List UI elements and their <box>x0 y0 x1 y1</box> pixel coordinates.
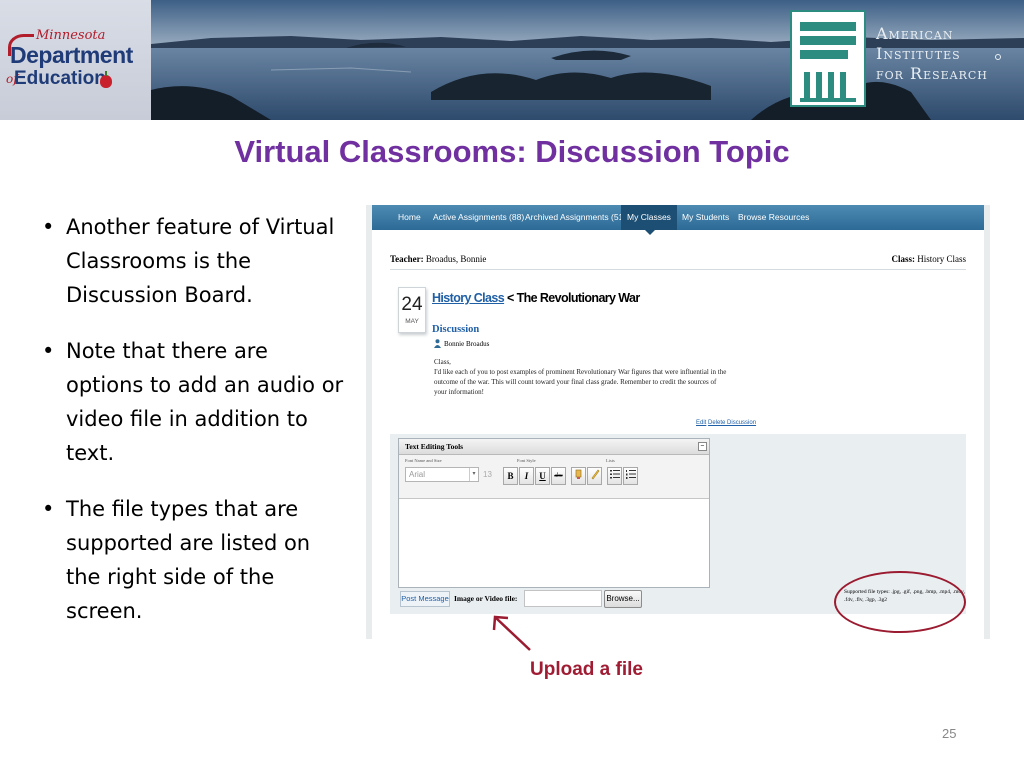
strikethrough-button[interactable]: abc <box>551 467 566 485</box>
mde-logo-education: Education <box>14 68 106 89</box>
class-name: History Class <box>917 254 966 264</box>
clear-format-icon <box>575 469 581 479</box>
teacher-name: Broadus, Bonnie <box>425 254 487 264</box>
author-name: Bonnie Broadus <box>444 340 490 348</box>
top-nav-bar: Home Active Assignments (88) Archived As… <box>372 205 984 230</box>
breadcrumb-class-link[interactable]: History Class <box>432 291 505 305</box>
mde-logo-script: Minnesota <box>36 28 106 43</box>
apple-icon <box>100 71 112 88</box>
discussion-message: Class, I'd like each of you to post exam… <box>434 357 764 397</box>
file-types-highlight-circle <box>834 571 966 633</box>
collapse-icon[interactable]: − <box>698 442 707 451</box>
browse-button[interactable]: Browse... <box>604 590 642 608</box>
nav-item-my-students[interactable]: My Students <box>682 205 729 230</box>
group-label-font: Font Name and Size <box>405 458 442 463</box>
post-message-button[interactable]: Post Message <box>400 591 450 607</box>
person-icon <box>434 339 441 348</box>
nav-item-archived-assignments[interactable]: Archived Assignments (51) <box>525 205 626 230</box>
bullet-item: Note that there are options to add an au… <box>38 334 348 470</box>
nav-item-my-classes[interactable]: My Classes <box>621 205 677 230</box>
air-columns-emblem <box>790 10 866 107</box>
air-logo-text: American Institutes for Research <box>876 24 988 84</box>
font-size-value: 13 <box>483 470 492 479</box>
bullet-item: The file types that are supported are li… <box>38 492 348 628</box>
registered-mark-icon <box>995 54 1001 60</box>
group-label-lists: Lists <box>606 458 615 463</box>
delete-discussion-link[interactable]: Delete Discussion <box>708 420 756 426</box>
mde-logo-box: Minnesota Department of Education <box>0 0 151 120</box>
teacher-info: Teacher: Broadus, Bonnie <box>390 254 486 264</box>
bulleted-list-button[interactable] <box>607 467 622 485</box>
discussion-heading: Discussion <box>432 324 480 335</box>
air-logo-line: American <box>876 24 954 43</box>
edit-link[interactable]: Edit <box>696 420 706 426</box>
nav-item-browse-resources[interactable]: Browse Resources <box>738 205 809 230</box>
page-number: 25 <box>942 726 957 741</box>
active-tab-pointer-icon <box>645 230 655 235</box>
file-path-input[interactable] <box>524 590 602 607</box>
underline-button[interactable]: U <box>535 467 550 485</box>
discussion-actions: Edit Delete Discussion <box>696 420 756 426</box>
date-month: MAY <box>405 318 419 325</box>
editor-toolbar: Font Name and Size Font Style Lists Aria… <box>399 455 709 499</box>
chevron-down-icon: ▾ <box>469 468 478 481</box>
message-line: Class, <box>434 358 451 366</box>
bold-button[interactable]: B <box>503 467 518 485</box>
air-logo-line: for Research <box>876 64 988 83</box>
breadcrumb-separator: < <box>506 291 514 305</box>
group-label-style: Font Style <box>517 458 536 463</box>
upload-file-annotation: Upload a file <box>530 659 643 680</box>
tools-panel-title: Text Editing Tools <box>405 442 464 451</box>
divider <box>390 269 966 270</box>
message-line: outcome of the war. This will count towa… <box>434 378 717 386</box>
highlight-button[interactable] <box>587 467 602 485</box>
breadcrumb: History Class < The Revolutionary War <box>432 291 640 305</box>
air-logo-line: Institutes <box>876 44 961 63</box>
date-day: 24 <box>401 294 423 315</box>
message-line: I'd like each of you to post examples of… <box>434 368 727 376</box>
tools-panel-header: Text Editing Tools − <box>399 439 709 455</box>
text-editing-tools-panel: Text Editing Tools − Font Name and Size … <box>398 438 710 588</box>
nav-item-home[interactable]: Home <box>398 205 421 230</box>
class-info: Class: History Class <box>891 254 966 264</box>
font-name-value: Arial <box>409 470 426 479</box>
nav-item-active-assignments[interactable]: Active Assignments (88) <box>433 205 524 230</box>
message-line: your information! <box>434 388 484 396</box>
font-name-select[interactable]: Arial ▾ <box>405 467 479 482</box>
numbered-list-button[interactable] <box>623 467 638 485</box>
bullet-item: Another feature of Virtual Classrooms is… <box>38 210 348 312</box>
mde-logo-department: Department <box>10 42 133 68</box>
header-banner: Minnesota Department of Education Americ… <box>0 0 1024 120</box>
message-editor[interactable] <box>399 500 709 587</box>
author-row: Bonnie Broadus <box>434 339 489 348</box>
pencil-icon <box>591 469 599 480</box>
slide-title: Virtual Classrooms: Discussion Topic <box>234 134 790 169</box>
file-label: Image or Video file: <box>454 594 518 603</box>
bullet-list: Another feature of Virtual Classrooms is… <box>38 210 348 650</box>
mde-logo: Minnesota Department of Education <box>6 28 146 92</box>
date-calendar-card: 24 MAY <box>398 287 426 333</box>
annotation-arrow-icon <box>492 615 531 651</box>
bullet-list-icon <box>609 470 620 479</box>
font-size-stepper[interactable]: 13 <box>483 467 501 482</box>
numbered-list-icon <box>625 470 636 479</box>
class-label: Class: <box>891 254 915 264</box>
format-painter-button[interactable] <box>571 467 586 485</box>
teacher-label: Teacher: <box>390 254 424 264</box>
breadcrumb-topic: The Revolutionary War <box>516 291 641 305</box>
italic-button[interactable]: I <box>519 467 534 485</box>
